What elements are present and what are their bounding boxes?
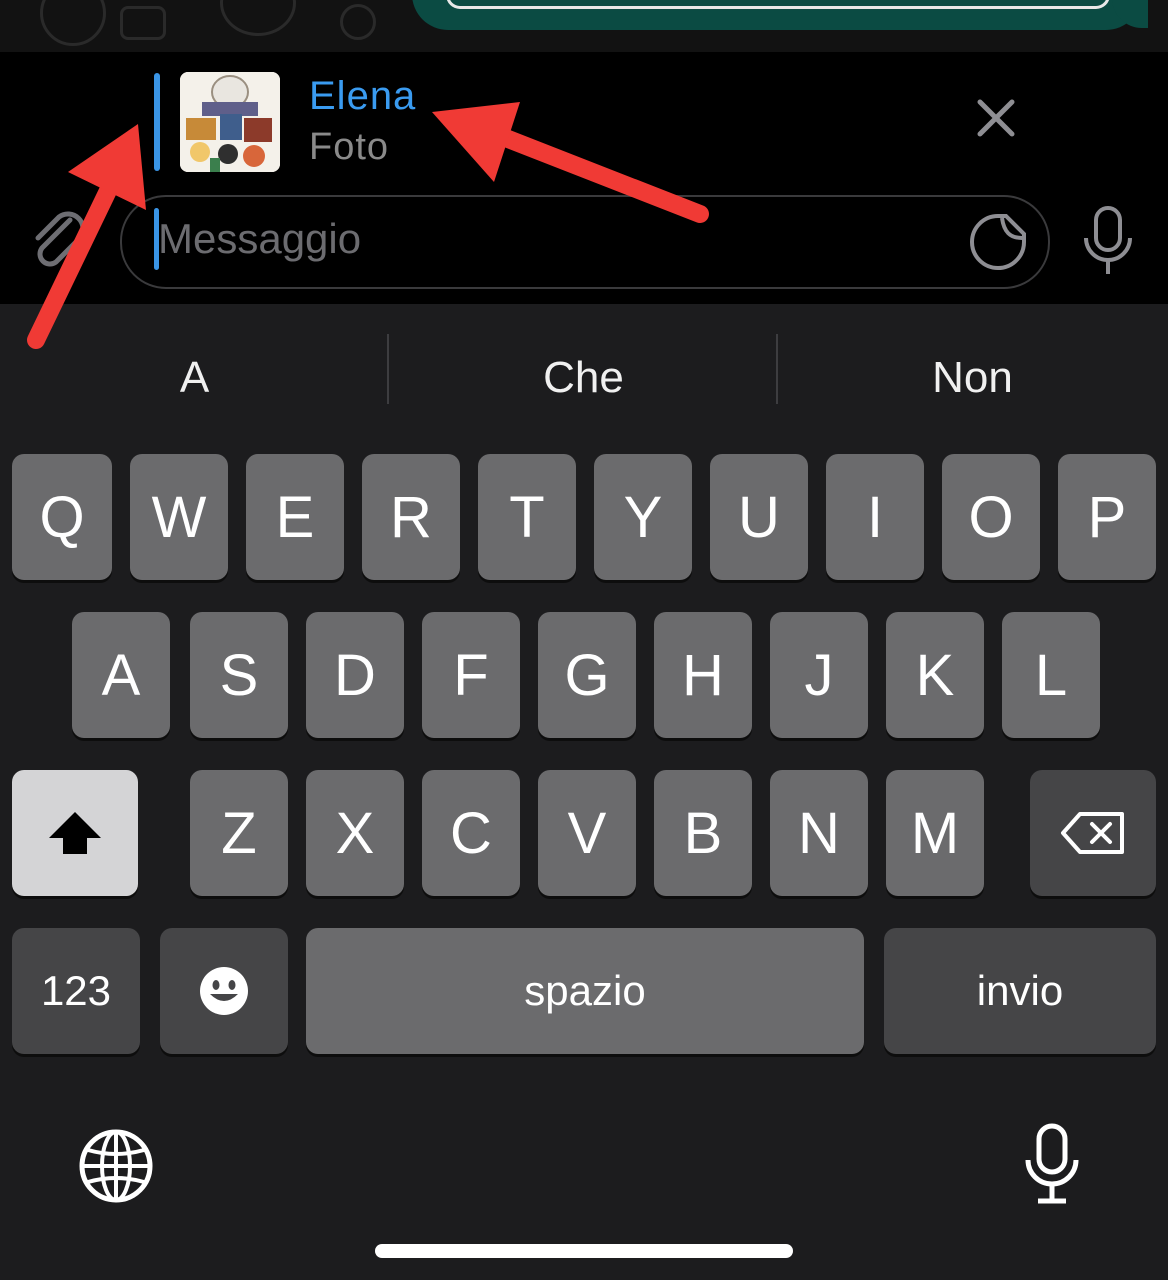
annotation-arrows bbox=[27, 102, 709, 349]
arrow-to-accent-bar bbox=[27, 124, 146, 349]
arrow-to-sender-name bbox=[432, 102, 709, 223]
